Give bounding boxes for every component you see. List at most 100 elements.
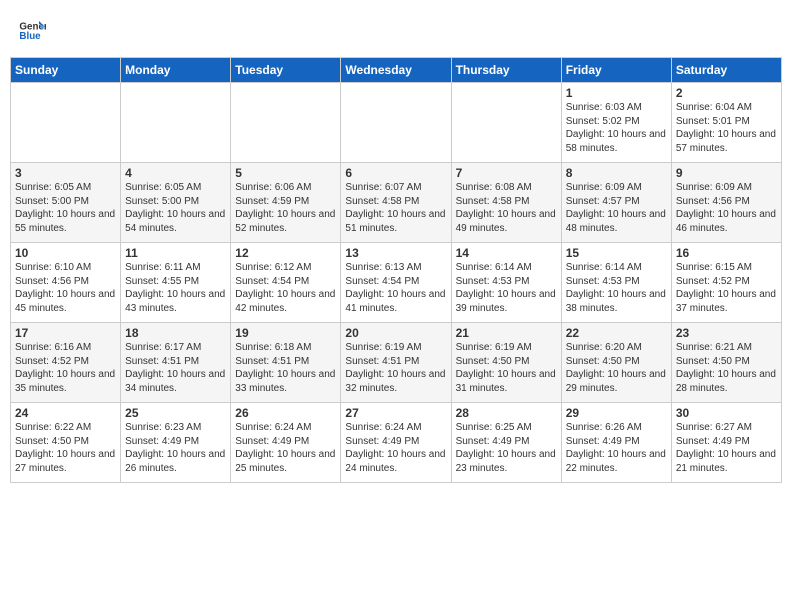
calendar-cell: 26Sunrise: 6:24 AM Sunset: 4:49 PM Dayli… bbox=[231, 403, 341, 483]
day-info: Sunrise: 6:26 AM Sunset: 4:49 PM Dayligh… bbox=[566, 421, 667, 475]
day-number: 1 bbox=[566, 86, 667, 100]
day-number: 21 bbox=[456, 326, 557, 340]
day-number: 23 bbox=[676, 326, 777, 340]
day-number: 9 bbox=[676, 166, 777, 180]
day-info: Sunrise: 6:21 AM Sunset: 4:50 PM Dayligh… bbox=[676, 341, 777, 395]
day-number: 30 bbox=[676, 406, 777, 420]
calendar-cell: 18Sunrise: 6:17 AM Sunset: 4:51 PM Dayli… bbox=[121, 323, 231, 403]
weekday-header-thursday: Thursday bbox=[451, 58, 561, 83]
day-number: 14 bbox=[456, 246, 557, 260]
calendar-cell: 19Sunrise: 6:18 AM Sunset: 4:51 PM Dayli… bbox=[231, 323, 341, 403]
day-info: Sunrise: 6:09 AM Sunset: 4:57 PM Dayligh… bbox=[566, 181, 667, 235]
calendar-cell: 25Sunrise: 6:23 AM Sunset: 4:49 PM Dayli… bbox=[121, 403, 231, 483]
day-number: 3 bbox=[15, 166, 116, 180]
day-number: 16 bbox=[676, 246, 777, 260]
day-info: Sunrise: 6:10 AM Sunset: 4:56 PM Dayligh… bbox=[15, 261, 116, 315]
calendar-cell: 21Sunrise: 6:19 AM Sunset: 4:50 PM Dayli… bbox=[451, 323, 561, 403]
svg-text:Blue: Blue bbox=[19, 31, 41, 42]
day-number: 2 bbox=[676, 86, 777, 100]
day-info: Sunrise: 6:25 AM Sunset: 4:49 PM Dayligh… bbox=[456, 421, 557, 475]
weekday-header-tuesday: Tuesday bbox=[231, 58, 341, 83]
day-info: Sunrise: 6:05 AM Sunset: 5:00 PM Dayligh… bbox=[15, 181, 116, 235]
day-number: 20 bbox=[345, 326, 446, 340]
weekday-header-row: SundayMondayTuesdayWednesdayThursdayFrid… bbox=[11, 58, 782, 83]
calendar-cell: 23Sunrise: 6:21 AM Sunset: 4:50 PM Dayli… bbox=[671, 323, 781, 403]
day-number: 24 bbox=[15, 406, 116, 420]
day-number: 19 bbox=[235, 326, 336, 340]
day-number: 4 bbox=[125, 166, 226, 180]
calendar-cell bbox=[231, 83, 341, 163]
day-info: Sunrise: 6:07 AM Sunset: 4:58 PM Dayligh… bbox=[345, 181, 446, 235]
day-number: 28 bbox=[456, 406, 557, 420]
day-info: Sunrise: 6:15 AM Sunset: 4:52 PM Dayligh… bbox=[676, 261, 777, 315]
day-info: Sunrise: 6:17 AM Sunset: 4:51 PM Dayligh… bbox=[125, 341, 226, 395]
day-number: 27 bbox=[345, 406, 446, 420]
day-info: Sunrise: 6:14 AM Sunset: 4:53 PM Dayligh… bbox=[456, 261, 557, 315]
calendar-week-row: 17Sunrise: 6:16 AM Sunset: 4:52 PM Dayli… bbox=[11, 323, 782, 403]
logo: General Blue bbox=[18, 14, 48, 47]
day-number: 18 bbox=[125, 326, 226, 340]
calendar-cell: 12Sunrise: 6:12 AM Sunset: 4:54 PM Dayli… bbox=[231, 243, 341, 323]
calendar-cell: 20Sunrise: 6:19 AM Sunset: 4:51 PM Dayli… bbox=[341, 323, 451, 403]
calendar-cell: 5Sunrise: 6:06 AM Sunset: 4:59 PM Daylig… bbox=[231, 163, 341, 243]
calendar-cell: 28Sunrise: 6:25 AM Sunset: 4:49 PM Dayli… bbox=[451, 403, 561, 483]
weekday-header-wednesday: Wednesday bbox=[341, 58, 451, 83]
weekday-header-monday: Monday bbox=[121, 58, 231, 83]
day-number: 11 bbox=[125, 246, 226, 260]
day-info: Sunrise: 6:06 AM Sunset: 4:59 PM Dayligh… bbox=[235, 181, 336, 235]
calendar-cell: 29Sunrise: 6:26 AM Sunset: 4:49 PM Dayli… bbox=[561, 403, 671, 483]
day-info: Sunrise: 6:13 AM Sunset: 4:54 PM Dayligh… bbox=[345, 261, 446, 315]
calendar-cell: 8Sunrise: 6:09 AM Sunset: 4:57 PM Daylig… bbox=[561, 163, 671, 243]
day-info: Sunrise: 6:24 AM Sunset: 4:49 PM Dayligh… bbox=[235, 421, 336, 475]
calendar-cell: 1Sunrise: 6:03 AM Sunset: 5:02 PM Daylig… bbox=[561, 83, 671, 163]
weekday-header-friday: Friday bbox=[561, 58, 671, 83]
day-number: 29 bbox=[566, 406, 667, 420]
day-number: 8 bbox=[566, 166, 667, 180]
day-info: Sunrise: 6:20 AM Sunset: 4:50 PM Dayligh… bbox=[566, 341, 667, 395]
weekday-header-sunday: Sunday bbox=[11, 58, 121, 83]
calendar-cell: 17Sunrise: 6:16 AM Sunset: 4:52 PM Dayli… bbox=[11, 323, 121, 403]
day-info: Sunrise: 6:19 AM Sunset: 4:51 PM Dayligh… bbox=[345, 341, 446, 395]
day-number: 12 bbox=[235, 246, 336, 260]
day-number: 7 bbox=[456, 166, 557, 180]
day-number: 5 bbox=[235, 166, 336, 180]
calendar-cell: 4Sunrise: 6:05 AM Sunset: 5:00 PM Daylig… bbox=[121, 163, 231, 243]
day-info: Sunrise: 6:19 AM Sunset: 4:50 PM Dayligh… bbox=[456, 341, 557, 395]
day-number: 17 bbox=[15, 326, 116, 340]
day-number: 6 bbox=[345, 166, 446, 180]
calendar-cell: 16Sunrise: 6:15 AM Sunset: 4:52 PM Dayli… bbox=[671, 243, 781, 323]
page-header: General Blue bbox=[10, 10, 782, 51]
calendar-week-row: 3Sunrise: 6:05 AM Sunset: 5:00 PM Daylig… bbox=[11, 163, 782, 243]
calendar-cell bbox=[11, 83, 121, 163]
calendar-week-row: 24Sunrise: 6:22 AM Sunset: 4:50 PM Dayli… bbox=[11, 403, 782, 483]
calendar-cell: 15Sunrise: 6:14 AM Sunset: 4:53 PM Dayli… bbox=[561, 243, 671, 323]
day-number: 22 bbox=[566, 326, 667, 340]
calendar-week-row: 10Sunrise: 6:10 AM Sunset: 4:56 PM Dayli… bbox=[11, 243, 782, 323]
weekday-header-saturday: Saturday bbox=[671, 58, 781, 83]
calendar-cell: 2Sunrise: 6:04 AM Sunset: 5:01 PM Daylig… bbox=[671, 83, 781, 163]
day-number: 25 bbox=[125, 406, 226, 420]
day-info: Sunrise: 6:14 AM Sunset: 4:53 PM Dayligh… bbox=[566, 261, 667, 315]
calendar-cell bbox=[451, 83, 561, 163]
day-info: Sunrise: 6:23 AM Sunset: 4:49 PM Dayligh… bbox=[125, 421, 226, 475]
calendar-cell: 27Sunrise: 6:24 AM Sunset: 4:49 PM Dayli… bbox=[341, 403, 451, 483]
calendar-cell bbox=[121, 83, 231, 163]
day-info: Sunrise: 6:22 AM Sunset: 4:50 PM Dayligh… bbox=[15, 421, 116, 475]
calendar-cell: 10Sunrise: 6:10 AM Sunset: 4:56 PM Dayli… bbox=[11, 243, 121, 323]
calendar-cell: 7Sunrise: 6:08 AM Sunset: 4:58 PM Daylig… bbox=[451, 163, 561, 243]
calendar-cell: 9Sunrise: 6:09 AM Sunset: 4:56 PM Daylig… bbox=[671, 163, 781, 243]
calendar-cell: 11Sunrise: 6:11 AM Sunset: 4:55 PM Dayli… bbox=[121, 243, 231, 323]
day-info: Sunrise: 6:11 AM Sunset: 4:55 PM Dayligh… bbox=[125, 261, 226, 315]
day-info: Sunrise: 6:05 AM Sunset: 5:00 PM Dayligh… bbox=[125, 181, 226, 235]
day-number: 15 bbox=[566, 246, 667, 260]
calendar-cell: 13Sunrise: 6:13 AM Sunset: 4:54 PM Dayli… bbox=[341, 243, 451, 323]
day-info: Sunrise: 6:04 AM Sunset: 5:01 PM Dayligh… bbox=[676, 101, 777, 155]
calendar-table: SundayMondayTuesdayWednesdayThursdayFrid… bbox=[10, 57, 782, 483]
day-number: 10 bbox=[15, 246, 116, 260]
day-info: Sunrise: 6:09 AM Sunset: 4:56 PM Dayligh… bbox=[676, 181, 777, 235]
day-info: Sunrise: 6:03 AM Sunset: 5:02 PM Dayligh… bbox=[566, 101, 667, 155]
logo-icon: General Blue bbox=[18, 14, 46, 42]
calendar-cell: 14Sunrise: 6:14 AM Sunset: 4:53 PM Dayli… bbox=[451, 243, 561, 323]
day-info: Sunrise: 6:12 AM Sunset: 4:54 PM Dayligh… bbox=[235, 261, 336, 315]
day-number: 13 bbox=[345, 246, 446, 260]
